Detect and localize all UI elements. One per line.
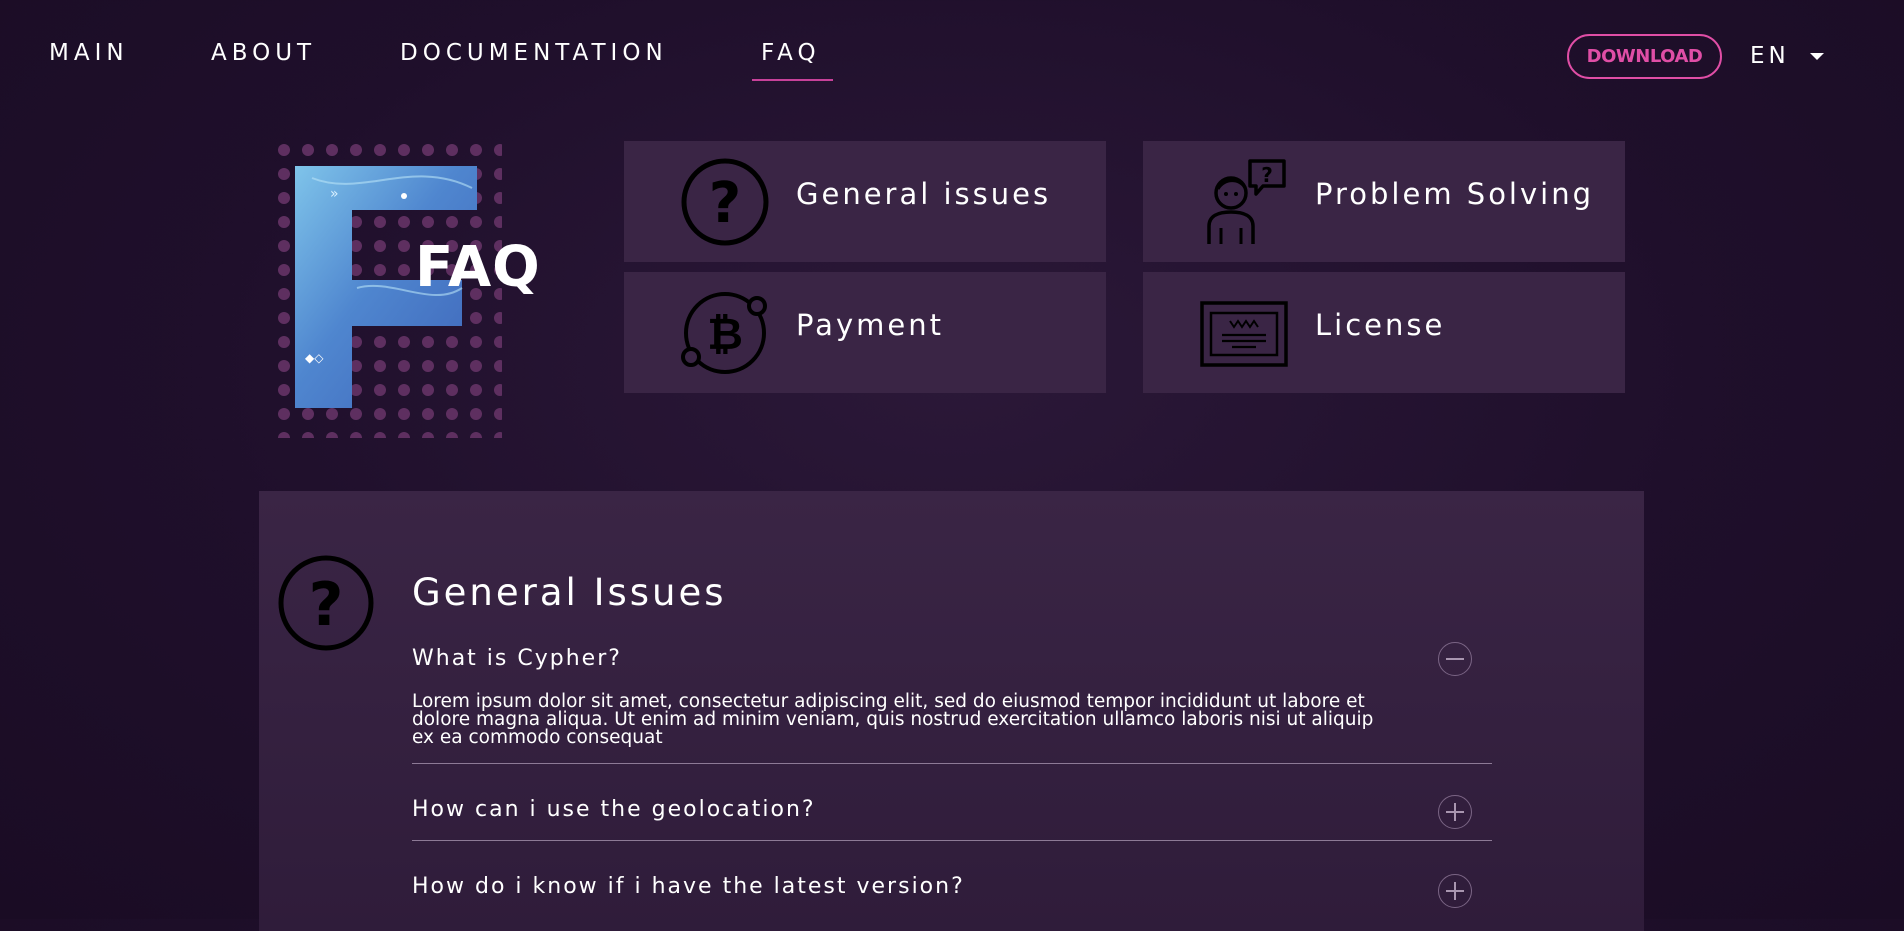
page-title: FAQ [415, 235, 541, 300]
category-general-issues[interactable]: ? General issues [624, 141, 1106, 262]
faq-question[interactable]: How can i use the geolocation? [412, 797, 1492, 822]
person-question-icon: ? [1207, 159, 1286, 244]
category-label: Payment [796, 308, 944, 342]
faq-question[interactable]: What is Cypher? [412, 646, 1492, 671]
svg-text:◆◇: ◆◇ [305, 351, 324, 365]
category-payment[interactable]: ₿ Payment [624, 272, 1106, 393]
faq-question[interactable]: How do i know if i have the latest versi… [412, 874, 1492, 899]
divider [412, 840, 1492, 841]
question-circle-icon: ? [278, 555, 374, 651]
svg-text:₿: ₿ [707, 309, 743, 360]
bitcoin-icon: ₿ [681, 292, 767, 374]
faq-answer: Lorem ipsum dolor sit amet, consectetur … [412, 691, 1374, 748]
divider [412, 763, 1492, 764]
chevron-down-icon [1809, 52, 1824, 60]
category-label: General issues [796, 177, 1052, 211]
svg-text:?: ? [709, 171, 741, 236]
nav-link-faq[interactable]: FAQ [752, 40, 833, 81]
collapse-icon[interactable] [1438, 642, 1472, 676]
faq-logo: » ◆◇ FAQ [272, 138, 540, 438]
language-label: EN [1750, 43, 1790, 69]
category-problem-solving[interactable]: ? Problem Solving [1143, 141, 1625, 262]
nav-link-about[interactable]: ABOUT [211, 40, 316, 66]
download-button[interactable]: DOWNLOAD [1567, 34, 1722, 79]
nav-link-documentation[interactable]: DOCUMENTATION [400, 40, 668, 66]
nav-link-main[interactable]: MAIN [49, 40, 129, 66]
section-title: General Issues [412, 571, 727, 614]
faq-item-expanded: What is Cypher? Lorem ipsum dolor sit am… [412, 642, 1492, 764]
category-label: Problem Solving [1315, 177, 1594, 211]
faq-section-panel: ? General Issues What is Cypher? Lorem i… [259, 491, 1644, 931]
expand-icon[interactable] [1438, 795, 1472, 829]
category-label: License [1315, 308, 1446, 342]
faq-item: How do i know if i have the latest versi… [412, 874, 1492, 908]
expand-icon[interactable] [1438, 874, 1472, 908]
svg-text:?: ? [1261, 163, 1273, 187]
question-circle-icon: ? [681, 158, 769, 246]
top-navigation: MAIN ABOUT DOCUMENTATION FAQ DOWNLOAD EN [0, 0, 1904, 110]
category-license[interactable]: License [1143, 272, 1625, 393]
language-selector[interactable]: EN [1750, 43, 1824, 69]
svg-text:»: » [330, 186, 339, 202]
faq-item: How can i use the geolocation? [412, 795, 1492, 841]
certificate-icon [1200, 301, 1288, 367]
svg-text:?: ? [309, 570, 344, 640]
